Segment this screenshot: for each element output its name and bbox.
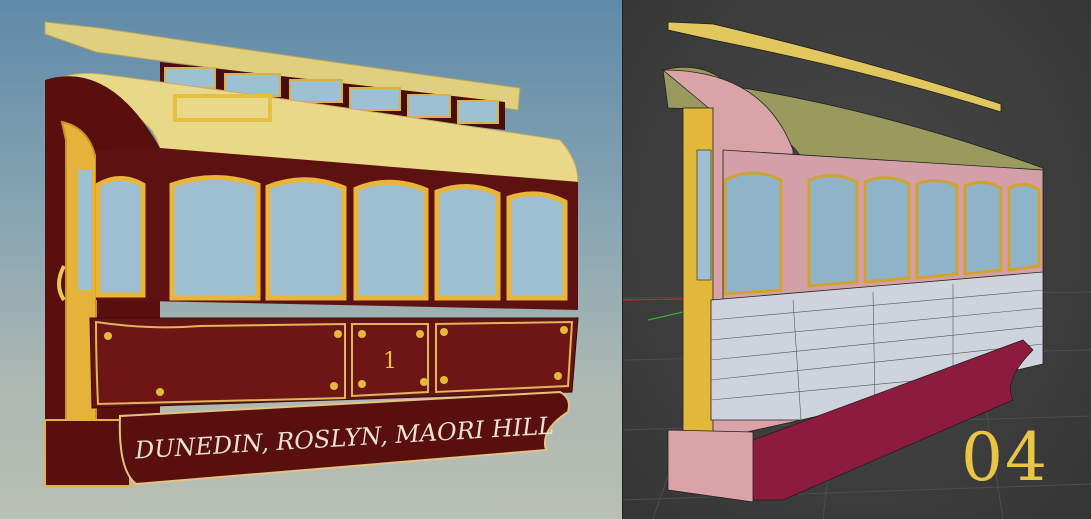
car-number: 1 (383, 349, 397, 374)
base-sole (44, 419, 131, 487)
wire-sole (667, 429, 754, 503)
overlay-number: 04 (961, 419, 1049, 496)
rendered-tram: 1 DUNEDIN, ROSLYN, MAORI HILL (44, 21, 579, 487)
render-panel: 1 DUNEDIN, ROSLYN, MAORI HILL (0, 0, 622, 519)
y-axis (647, 311, 684, 321)
comparison-image: 1 DUNEDIN, ROSLYN, MAORI HILL 04 (0, 0, 1091, 519)
